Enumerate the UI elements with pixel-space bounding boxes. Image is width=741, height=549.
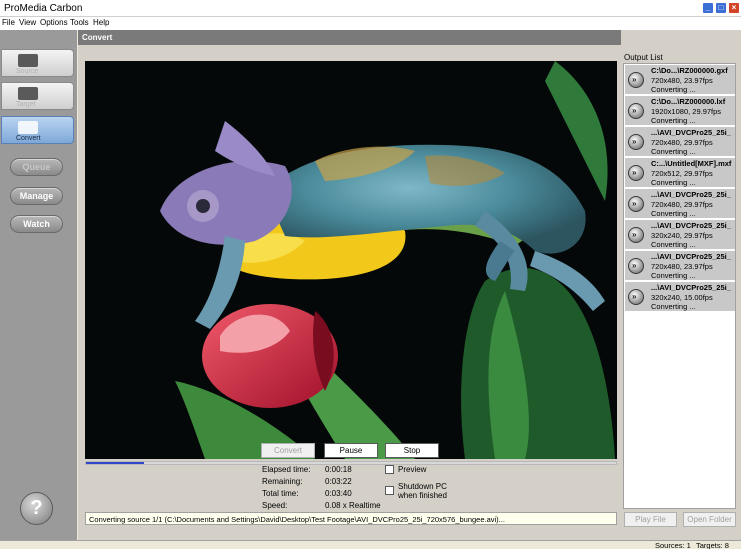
output-item-status: Converting ... [651,271,696,280]
output-list-title: Output List [624,53,663,62]
sidebar: Source Target Convert Queue Manage Watch… [0,30,77,540]
sidebar-tab-label: Convert [16,135,41,142]
targets-count: Targets: 8 [696,541,729,549]
sidebar-tab-target[interactable]: Target [1,82,74,110]
output-item-info: 720x480, 29.97fps [651,200,713,209]
output-item-name: C:\Do...\RZ000000.gxf [651,66,728,75]
menu-file[interactable]: File [2,18,15,27]
manage-button[interactable]: Manage [10,187,63,205]
status-bar: Sources: 1 Targets: 8 [0,540,741,549]
output-list-item[interactable]: » ...\AVI_DVCPro25_25i_ 720x480, 29.97fp… [625,189,735,219]
convert-icon [18,121,38,134]
output-list-item[interactable]: » ...\AVI_DVCPro25_25i_ 320x240, 29.97fp… [625,220,735,250]
maximize-icon: □ [718,3,724,12]
play-file-button[interactable]: Play File [624,512,677,527]
output-list-item[interactable]: » C:\Do...\RZ000000.lxf 1920x1080, 29.97… [625,96,735,126]
menu-tools[interactable]: Tools [70,18,89,27]
remaining-label: Remaining: [262,477,303,486]
fast-forward-icon: » [628,103,644,119]
fast-forward-icon: » [628,72,644,88]
queue-button[interactable]: Queue [10,158,63,176]
window-title: ProMedia Carbon [4,3,83,14]
watch-button[interactable]: Watch [10,215,63,233]
sidebar-tab-label: Target [16,101,36,108]
output-item-name: C:...\Untitled[MXF].mxf [651,159,732,168]
shutdown-checkbox[interactable] [385,486,394,495]
remaining-value: 0:03:22 [325,477,352,486]
panel-title: Convert [78,30,621,45]
menu-help[interactable]: Help [93,18,109,27]
output-item-status: Converting ... [651,147,696,156]
output-item-name: C:\Do...\RZ000000.lxf [651,97,726,106]
menu-options[interactable]: Options [40,18,68,27]
shutdown-checkbox-label: Shutdown PC [398,482,447,491]
menu-bar: File View Options Tools Help [0,17,741,30]
output-list-item[interactable]: » C:...\Untitled[MXF].mxf 720x512, 29.97… [625,158,735,188]
progress-fill [86,462,145,464]
output-item-name: ...\AVI_DVCPro25_25i_ [651,221,731,230]
sidebar-tab-convert[interactable]: Convert [1,116,74,144]
sources-count: Sources: 1 [655,541,691,549]
fast-forward-icon: » [628,258,644,274]
output-item-info: 720x480, 29.97fps [651,138,713,147]
output-item-status: Converting ... [651,302,696,311]
sidebar-tab-source[interactable]: Source [1,49,74,77]
fast-forward-icon: » [628,165,644,181]
output-item-status: Converting ... [651,209,696,218]
convert-button[interactable]: Convert [261,443,315,458]
fast-forward-icon: » [628,289,644,305]
speed-label: Speed: [262,501,288,510]
elapsed-value: 0:00:18 [325,465,352,474]
output-item-info: 720x480, 23.97fps [651,262,713,271]
output-list: » C:\Do...\RZ000000.gxf 720x480, 23.97fp… [623,63,736,509]
target-folder-icon [18,87,38,100]
total-time-label: Total time: [262,489,299,498]
preview-checkbox-label: Preview [398,465,427,474]
stop-button[interactable]: Stop [385,443,439,458]
fast-forward-icon: » [628,227,644,243]
output-item-status: Converting ... [651,85,696,94]
preview-checkbox[interactable] [385,465,394,474]
open-folder-button[interactable]: Open Folder [683,512,736,527]
convert-panel: Convert Convert Pause Stop Elapsed time:… [78,30,741,540]
pause-button[interactable]: Pause [324,443,378,458]
output-list-item[interactable]: » C:\Do...\RZ000000.gxf 720x480, 23.97fp… [625,65,735,95]
output-list-item[interactable]: » ...\AVI_DVCPro25_25i_ 720x480, 23.97fp… [625,251,735,281]
output-item-name: ...\AVI_DVCPro25_25i_ [651,190,731,199]
output-list-item[interactable]: » ...\AVI_DVCPro25_25i_ 320x240, 15.00fp… [625,282,735,312]
folder-icon [18,54,38,67]
output-list-item[interactable]: » ...\AVI_DVCPro25_25i_ 720x480, 29.97fp… [625,127,735,157]
output-item-status: Converting ... [651,116,696,125]
output-item-status: Converting ... [651,178,696,187]
help-button[interactable]: ? [20,492,53,525]
preview-frame-image [85,61,617,459]
output-item-name: ...\AVI_DVCPro25_25i_ [651,252,731,261]
output-item-info: 720x512, 29.97fps [651,169,713,178]
title-bar: ProMedia Carbon _ □ × [0,0,741,17]
total-time-value: 0:03:40 [325,489,352,498]
close-icon: × [731,3,737,12]
output-item-info: 320x240, 15.00fps [651,293,713,302]
maximize-button[interactable]: □ [715,2,727,14]
output-item-name: ...\AVI_DVCPro25_25i_ [651,128,731,137]
fast-forward-icon: » [628,134,644,150]
minimize-icon: _ [705,3,711,12]
close-button[interactable]: × [728,2,740,14]
menu-view[interactable]: View [19,18,36,27]
output-item-name: ...\AVI_DVCPro25_25i_ [651,283,731,292]
shutdown-checkbox-label-2: when finished [398,491,447,500]
minimize-button[interactable]: _ [702,2,714,14]
output-item-status: Converting ... [651,240,696,249]
speed-value: 0.08 x Realtime [325,501,381,510]
sidebar-tab-label: Source [16,68,39,75]
video-preview [85,61,617,459]
elapsed-label: Elapsed time: [262,465,311,474]
output-item-info: 320x240, 29.97fps [651,231,713,240]
output-item-info: 1920x1080, 29.97fps [651,107,722,116]
fast-forward-icon: » [628,196,644,212]
output-item-info: 720x480, 23.97fps [651,76,713,85]
conversion-status-message: Converting source 1/1 (C:\Documents and … [85,512,617,525]
